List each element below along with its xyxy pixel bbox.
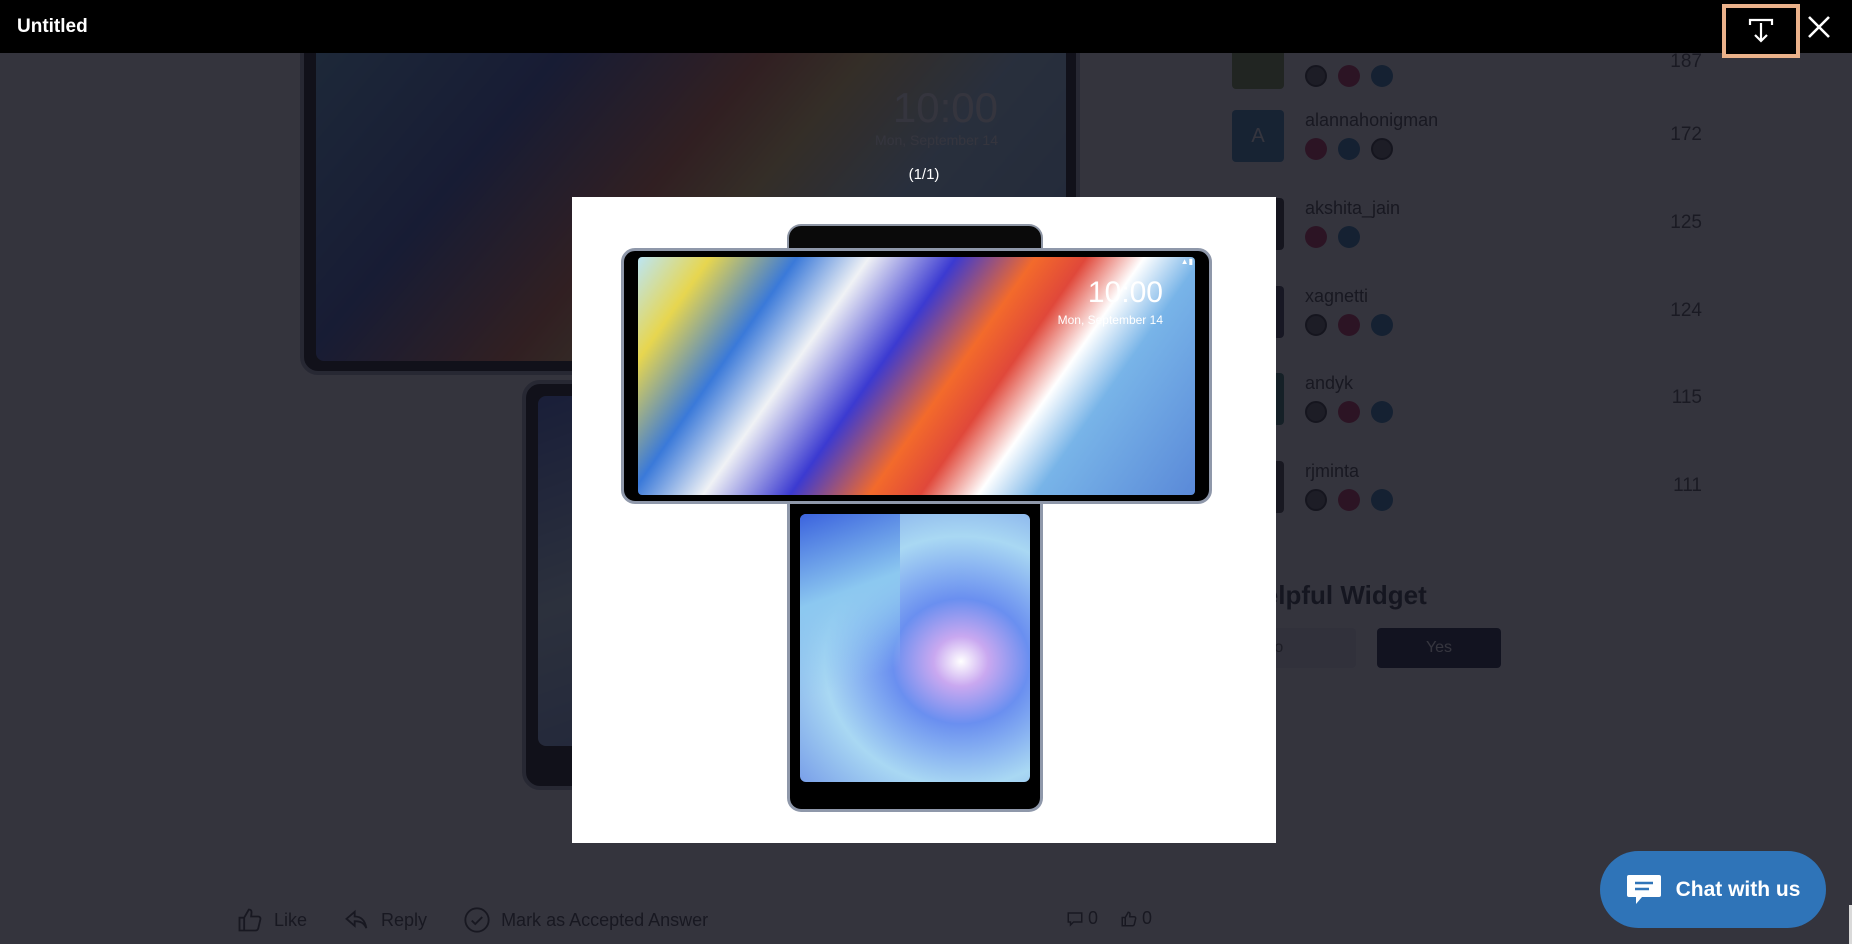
- image-counter: (1/1): [908, 166, 940, 183]
- main-screen-date: Mon, September 14: [1057, 313, 1163, 327]
- download-button[interactable]: [1722, 4, 1800, 58]
- image-title: Untitled: [17, 16, 88, 37]
- signal-icon: ▲▮: [1180, 257, 1193, 266]
- close-button[interactable]: [1802, 10, 1836, 44]
- lightbox-toolbar: Untitled: [0, 0, 1852, 58]
- chat-label: Chat with us: [1675, 877, 1801, 901]
- phone-second-screen: [787, 504, 1043, 812]
- download-icon: [1748, 18, 1774, 43]
- phone-main-screen: ▲▮ 10:00 Mon, September 14: [621, 248, 1212, 504]
- chat-bubble-icon: [1626, 874, 1661, 904]
- lightbox-image: ▲▮ 10:00 Mon, September 14: [572, 197, 1276, 843]
- chat-with-us-button[interactable]: Chat with us: [1600, 851, 1826, 928]
- close-icon: [1808, 16, 1830, 38]
- second-screen-swirl: [800, 514, 900, 714]
- main-screen-clock: 10:00: [1087, 276, 1163, 309]
